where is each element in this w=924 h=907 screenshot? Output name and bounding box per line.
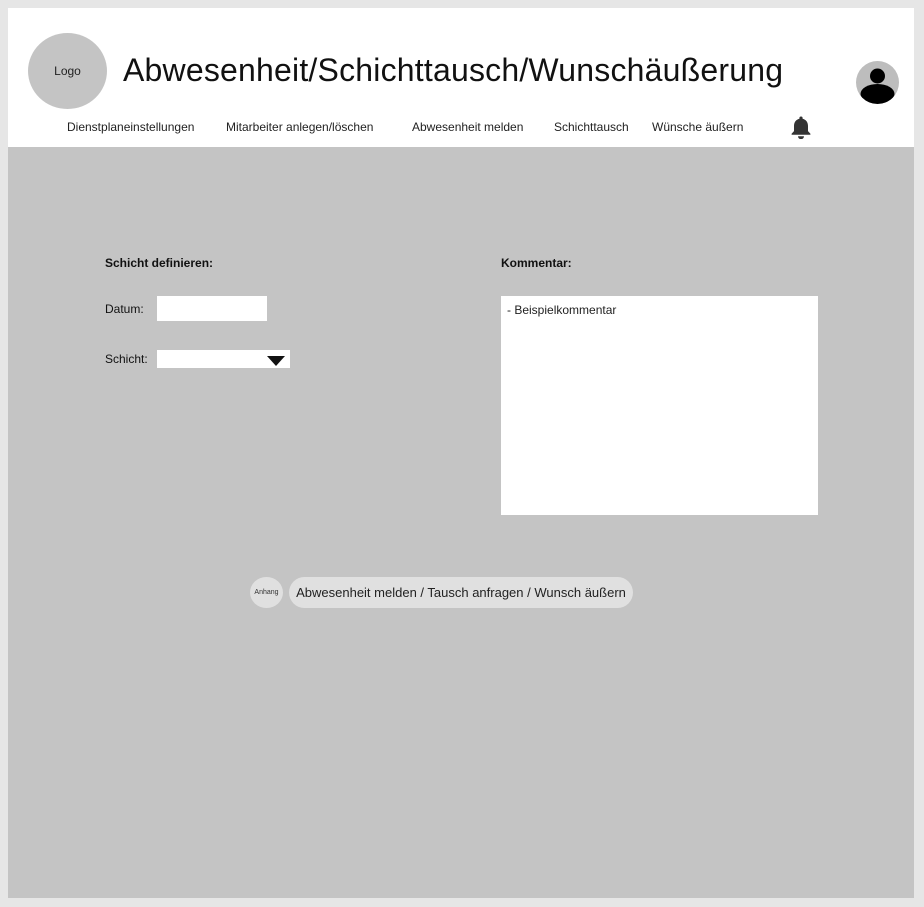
nav-item-mitarbeiter[interactable]: Mitarbeiter anlegen/löschen xyxy=(226,120,373,134)
page-frame: Logo Abwesenheit/Schichttausch/Wunschäuß… xyxy=(8,8,914,898)
comment-label: Kommentar: xyxy=(501,256,572,270)
app-header: Logo Abwesenheit/Schichttausch/Wunschäuß… xyxy=(8,8,914,147)
shift-label: Schicht: xyxy=(105,352,148,366)
user-avatar[interactable] xyxy=(856,61,899,104)
comment-textarea[interactable]: - Beispielkommentar xyxy=(501,296,818,515)
logo-label: Logo xyxy=(54,64,81,78)
date-input[interactable] xyxy=(157,296,267,321)
nav-item-dienstplaneinstellungen[interactable]: Dienstplaneinstellungen xyxy=(67,120,194,134)
page-title: Abwesenheit/Schichttausch/Wunschäußerung xyxy=(123,52,784,88)
shift-section-label: Schicht definieren: xyxy=(105,256,214,270)
submit-button[interactable]: Abwesenheit melden / Tausch anfragen / W… xyxy=(289,577,633,608)
attachment-button[interactable]: Anhang xyxy=(250,577,283,608)
nav-item-schichttausch[interactable]: Schichttausch xyxy=(554,120,629,134)
user-icon xyxy=(860,68,895,104)
triangle-down-icon xyxy=(267,356,285,366)
nav-item-abwesenheit[interactable]: Abwesenheit melden xyxy=(412,120,523,134)
attachment-label: Anhang xyxy=(254,589,279,596)
shift-select[interactable] xyxy=(157,350,290,368)
nav-item-wuensche[interactable]: Wünsche äußern xyxy=(652,120,743,134)
date-label: Datum: xyxy=(105,302,144,316)
notifications-button[interactable] xyxy=(790,115,812,140)
submit-label: Abwesenheit melden / Tausch anfragen / W… xyxy=(296,585,626,600)
bell-icon xyxy=(791,116,811,140)
logo[interactable]: Logo xyxy=(28,33,107,109)
main-nav: Dienstplaneinstellungen Mitarbeiter anle… xyxy=(8,120,914,140)
